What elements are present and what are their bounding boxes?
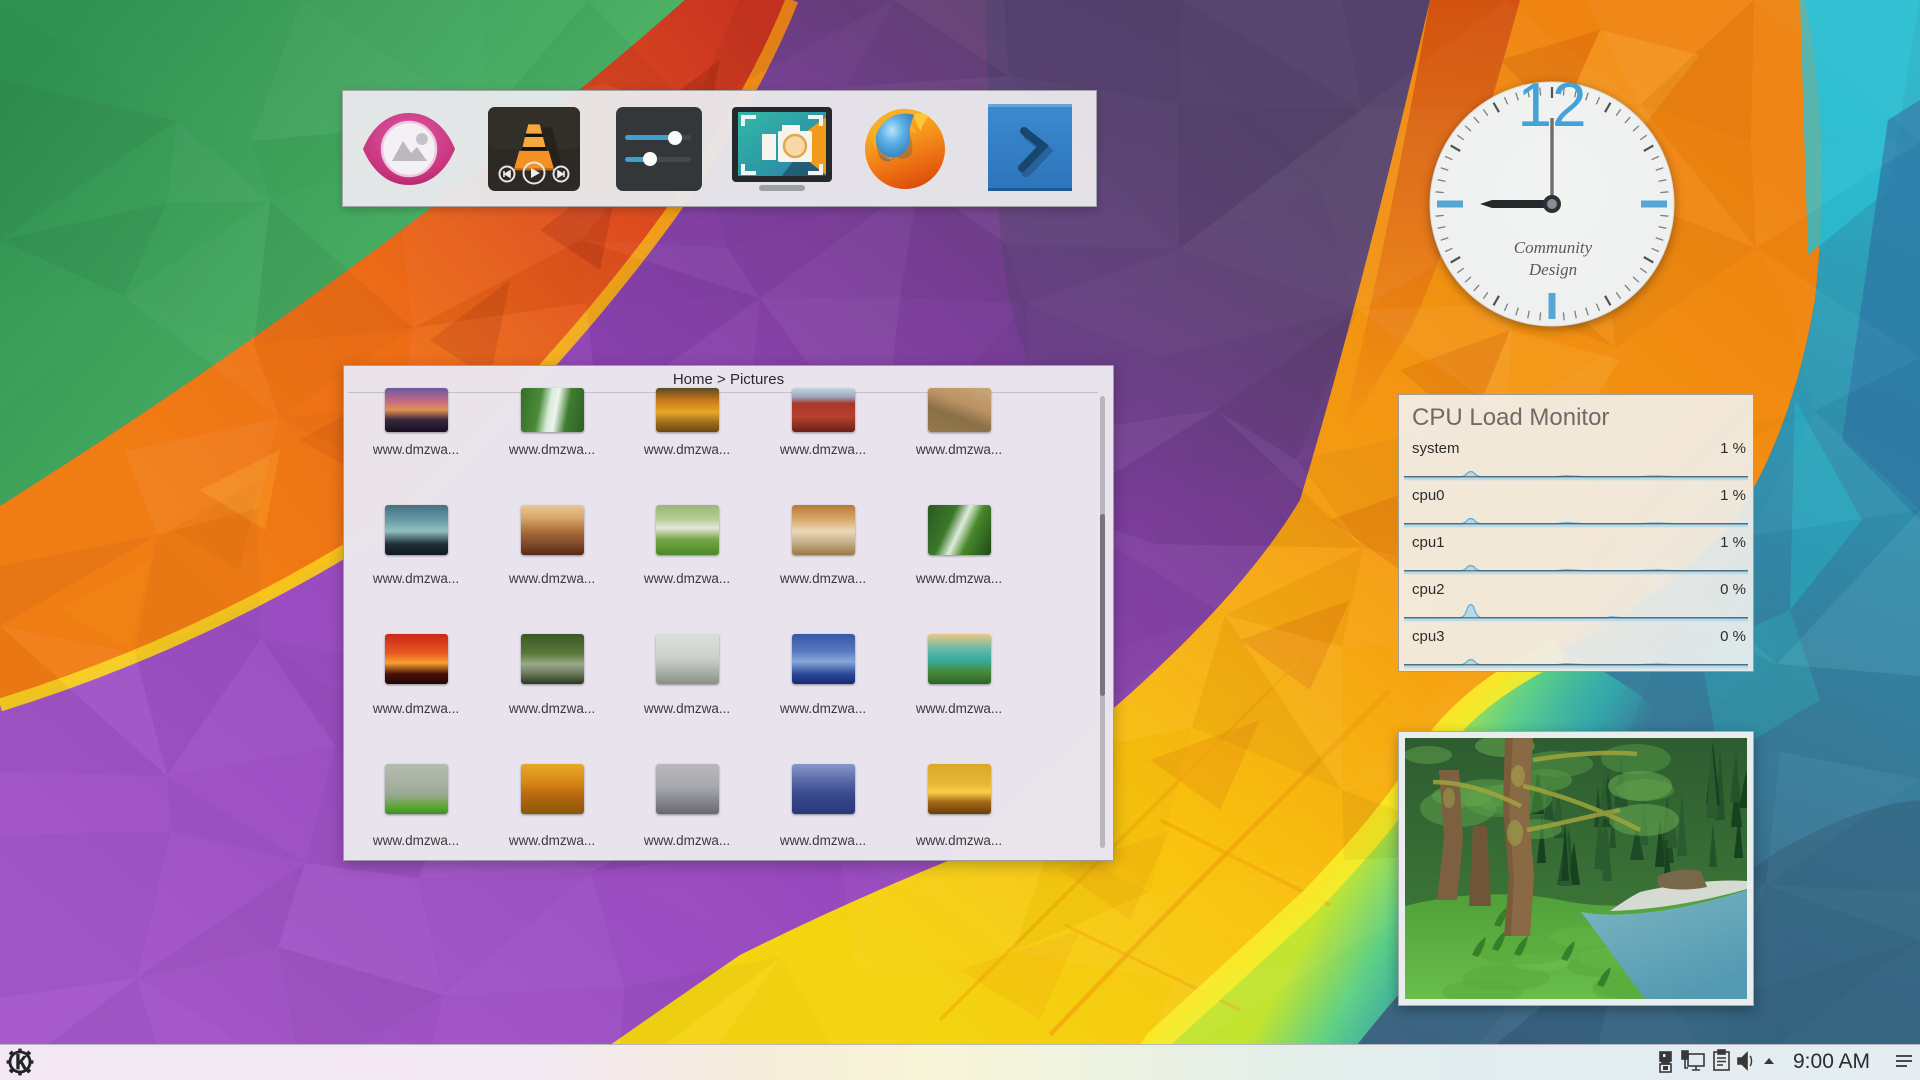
svg-text:Design: Design: [1528, 260, 1577, 279]
svg-text:Community: Community: [1514, 238, 1593, 257]
